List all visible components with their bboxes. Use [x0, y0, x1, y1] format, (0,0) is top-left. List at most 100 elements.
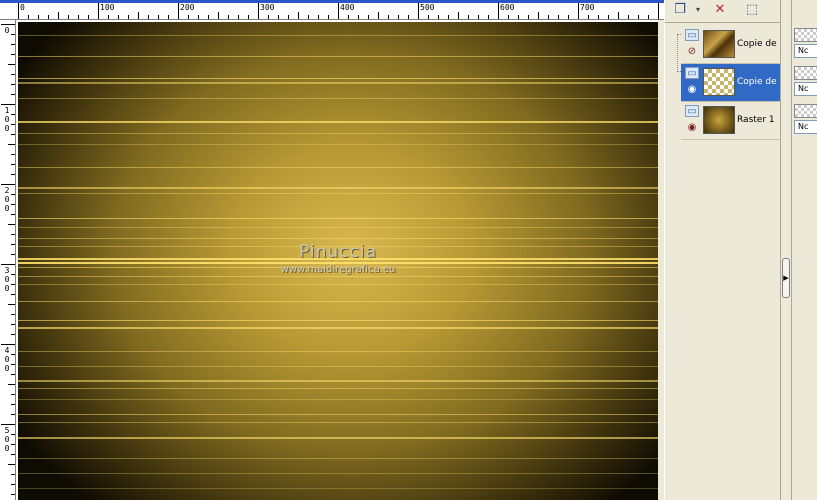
- opacity-swatch[interactable]: [794, 66, 817, 80]
- ruler-tick: [308, 15, 309, 19]
- ruler-tick: [218, 12, 219, 19]
- ruler-label: 500: [420, 3, 435, 12]
- palette-splitter[interactable]: [780, 0, 792, 500]
- ruler-tick: [1, 184, 15, 185]
- gold-stripe: [18, 56, 658, 57]
- ruler-label: 5: [4, 426, 10, 435]
- layer-name: Copie de R: [737, 39, 781, 49]
- layers-toolbar: ❐ ▾ ✕ ⬚: [665, 0, 781, 23]
- ruler-label: 300: [260, 3, 275, 12]
- layer-thumbnail: [703, 68, 735, 96]
- ruler-tick: [11, 174, 15, 175]
- ruler-tick: [118, 15, 119, 19]
- blend-mode-field[interactable]: Nc: [794, 44, 817, 58]
- ruler-tick: [11, 74, 15, 75]
- opacity-swatch[interactable]: [794, 28, 817, 42]
- new-layer-icon[interactable]: ❐: [671, 2, 689, 18]
- ruler-tick: [11, 274, 15, 275]
- ruler-tick: [188, 15, 189, 19]
- ruler-tick: [11, 374, 15, 375]
- ruler-label: 0: [4, 275, 10, 284]
- ruler-tick: [338, 3, 339, 19]
- ruler-tick: [608, 15, 609, 19]
- canvas-area[interactable]: Pinuccia www.maidiregrafica.eu: [16, 20, 664, 500]
- image-canvas[interactable]: Pinuccia www.maidiregrafica.eu: [18, 22, 658, 500]
- gold-stripe: [18, 473, 658, 474]
- gold-stripe: [18, 351, 658, 352]
- ruler-tick: [278, 15, 279, 19]
- ruler-tick: [11, 164, 15, 165]
- ruler-tick: [268, 15, 269, 19]
- gold-stripe: [18, 98, 658, 99]
- ruler-tick: [11, 454, 15, 455]
- ruler-tick: [138, 12, 139, 19]
- ruler-tick: [11, 394, 15, 395]
- ruler-tick: [11, 484, 15, 485]
- ruler-tick: [398, 15, 399, 19]
- ruler-tick: [1, 104, 15, 105]
- ruler-tick: [18, 3, 19, 19]
- ruler-horizontal[interactable]: 0 100 200 300 400 500 600 700: [0, 0, 664, 20]
- edit-selection-icon[interactable]: ⬚: [743, 2, 761, 18]
- layer-row-copie-2[interactable]: ▭ ◉ Copie de R: [681, 64, 781, 102]
- ruler-tick: [78, 15, 79, 19]
- ruler-tick: [1, 24, 15, 25]
- eye-icon[interactable]: ◉: [685, 84, 699, 96]
- ruler-tick: [388, 15, 389, 19]
- ruler-tick: [528, 15, 529, 19]
- ruler-tick: [458, 12, 459, 19]
- ruler-tick: [11, 194, 15, 195]
- gold-stripe: [18, 366, 658, 367]
- hidden-eye-icon[interactable]: ⊘: [685, 46, 699, 58]
- ruler-tick: [11, 474, 15, 475]
- ruler-tick: [11, 254, 15, 255]
- layers-palette: ❐ ▾ ✕ ⬚ ▭ ⊘ Copie de R ▭ ◉ Copie de R ▭ …: [664, 0, 781, 500]
- ruler-label: 4: [4, 346, 10, 355]
- ruler-tick: [428, 15, 429, 19]
- gold-stripe: [18, 380, 658, 382]
- layer-thumbnail: [703, 106, 735, 134]
- ruler-tick: [8, 464, 15, 465]
- layer-row-raster-1[interactable]: ▭ ◉ Raster 1: [681, 102, 781, 140]
- ruler-tick: [468, 15, 469, 19]
- ruler-tick: [38, 15, 39, 19]
- blend-mode-field[interactable]: Nc: [794, 82, 817, 96]
- ruler-tick: [11, 114, 15, 115]
- ruler-tick: [8, 144, 15, 145]
- ruler-tick: [11, 54, 15, 55]
- ruler-tick: [348, 15, 349, 19]
- ruler-tick: [598, 15, 599, 19]
- gold-stripe: [18, 301, 658, 302]
- ruler-label: 0: [4, 364, 10, 373]
- ruler-tick: [248, 15, 249, 19]
- dropdown-arrow-icon[interactable]: ▾: [689, 2, 707, 18]
- opacity-swatch[interactable]: [794, 104, 817, 118]
- blend-mode-field[interactable]: Nc: [794, 120, 817, 134]
- ruler-tick: [198, 15, 199, 19]
- gold-stripe: [18, 193, 658, 194]
- ruler-tick: [538, 12, 539, 19]
- ruler-tick: [628, 15, 629, 19]
- expand-arrow-icon[interactable]: ▶: [782, 258, 790, 298]
- layer-row-copie-1[interactable]: ▭ ⊘ Copie de R: [681, 26, 781, 64]
- ruler-label: 0: [4, 124, 10, 133]
- gold-stripe: [18, 167, 658, 168]
- ruler-tick: [11, 364, 15, 365]
- ruler-tick: [558, 15, 559, 19]
- ruler-tick: [368, 15, 369, 19]
- gold-stripe: [18, 35, 658, 36]
- ruler-tick: [11, 44, 15, 45]
- ruler-vertical[interactable]: 0100200300400500: [0, 20, 16, 500]
- ruler-tick: [1, 264, 15, 265]
- gold-stripe: [18, 78, 658, 79]
- ruler-tick: [488, 15, 489, 19]
- gold-stripe: [18, 82, 658, 84]
- ruler-tick: [618, 12, 619, 19]
- ruler-tick: [448, 15, 449, 19]
- ruler-tick: [11, 284, 15, 285]
- eye-icon[interactable]: ◉: [685, 122, 699, 134]
- ruler-tick: [11, 134, 15, 135]
- ruler-tick: [11, 414, 15, 415]
- delete-layer-icon[interactable]: ✕: [711, 2, 729, 18]
- ruler-tick: [578, 3, 579, 19]
